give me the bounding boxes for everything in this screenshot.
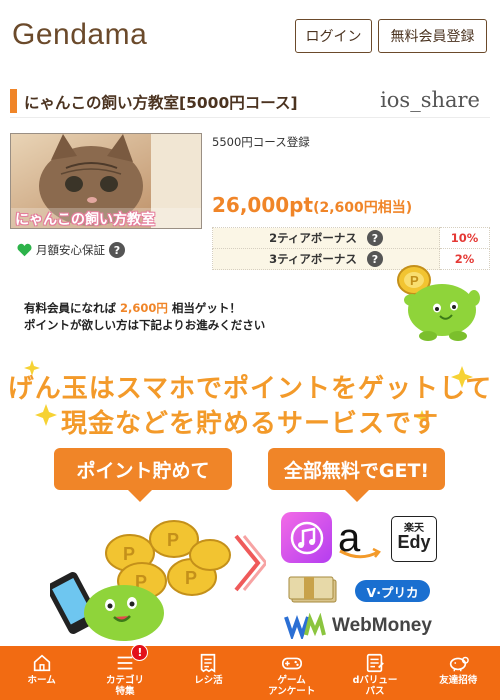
receipt-icon <box>201 653 216 673</box>
amazon-logo: a <box>338 518 384 559</box>
webmoney-mark-icon <box>284 613 326 639</box>
nav-label-line-1: カテゴリ <box>105 675 144 686</box>
coin-letter: P <box>167 530 179 550</box>
coin-letter: P <box>185 568 197 588</box>
bonus-percent: 10% <box>439 227 490 249</box>
table-row: 2ティアボーナス ? 10% <box>212 227 490 249</box>
webmoney-text: WebMoney <box>332 615 432 636</box>
webmoney-logo: WebMoney <box>284 612 432 640</box>
nav-label-line-2: パス <box>365 685 385 697</box>
bottom-navigation: ホーム ! カテゴリ 特集 レシ活 ゲーム アンケート dバリュー パス 友達招待 <box>0 644 500 700</box>
notification-badge: ! <box>131 644 149 661</box>
promo-prefix: 有料会員になれば <box>24 301 121 315</box>
help-icon[interactable]: ? <box>366 251 383 268</box>
nav-item-home[interactable]: ホーム <box>0 646 83 700</box>
bonus-label: 3ティアボーナス <box>269 251 357 266</box>
monthly-guarantee: 月額安心保証 ? <box>17 242 125 258</box>
clipboard-icon <box>366 653 384 673</box>
offer-title-bar: にゃんこの飼い方教室[5000円コース] ios_share <box>10 88 490 118</box>
nav-item-game[interactable]: ゲーム アンケート <box>250 646 333 700</box>
promo-amount: 2,600円 <box>120 301 168 315</box>
amazon-smile-icon <box>339 548 381 559</box>
gamepad-icon <box>281 657 302 670</box>
all-free-pill: 全部無料でGET! <box>268 448 445 490</box>
arrow-chevron-icon <box>234 534 266 592</box>
nav-label: レシ活 <box>194 675 223 686</box>
music-note-icon <box>290 521 323 554</box>
help-icon[interactable]: ? <box>109 242 125 258</box>
pill-pointer-right <box>344 489 370 502</box>
banner-headline-2: 現金などを貯めるサービスです <box>60 409 439 439</box>
nav-item-category[interactable]: ! カテゴリ 特集 <box>83 644 166 700</box>
login-button[interactable]: ログイン <box>295 19 372 53</box>
banner-headline-1: げん玉はスマホでポイントをゲットして <box>7 374 493 404</box>
nav-label: ゲーム アンケート <box>268 675 316 697</box>
bonus-label-cell: 2ティアボーナス ? <box>212 227 440 249</box>
promo-line-2: ポイントが欲しい方は下記よりお進みください <box>24 318 266 332</box>
coin-letter: P <box>410 273 419 288</box>
points-yen: (2,600円相当) <box>313 200 413 216</box>
nav-label-line-1: dバリュー <box>352 675 398 686</box>
points-main: 26,000pt <box>212 193 314 217</box>
nav-label-line-2: アンケート <box>268 685 316 697</box>
gendama-logo[interactable]: Gendama <box>12 18 147 52</box>
header: Gendama ログイン 無料会員登録 <box>0 0 500 75</box>
piggy-icon <box>450 656 470 672</box>
offer-thumbnail[interactable]: にゃんこの飼い方教室 <box>10 133 202 229</box>
thumbnail-caption: にゃんこの飼い方教室 <box>15 212 155 228</box>
cash-icon <box>288 576 337 603</box>
nav-item-receipt[interactable]: レシ活 <box>167 646 250 700</box>
nav-label: ホーム <box>27 675 56 686</box>
bonus-label: 2ティアボーナス <box>269 230 357 245</box>
heart-icon <box>17 243 32 257</box>
course-text: 5500円コース登録 <box>212 135 310 149</box>
nav-label-line-2: 特集 <box>115 685 135 697</box>
nav-label-line-1: ゲーム <box>277 675 306 686</box>
itunes-logo <box>281 512 332 563</box>
register-button[interactable]: 無料会員登録 <box>378 19 487 53</box>
help-icon[interactable]: ? <box>366 230 383 247</box>
nav-item-dvalue[interactable]: dバリュー パス <box>333 646 416 700</box>
pill-pointer-left <box>127 489 153 502</box>
save-points-pill: ポイント貯めて <box>54 448 232 490</box>
home-icon <box>33 654 50 672</box>
nav-label: カテゴリ 特集 <box>105 675 144 697</box>
nav-label: 友達招待 <box>439 675 478 686</box>
nav-label: dバリュー パス <box>352 675 398 697</box>
promo-suffix: 相当ゲット！ <box>167 301 241 315</box>
guarantee-label: 月額安心保証 <box>36 243 105 257</box>
points-reward: 26,000pt(2,600円相当) <box>212 193 412 217</box>
rakuten-edy-bottom: Edy <box>397 532 431 552</box>
coins-illustration: P P P P <box>50 520 231 641</box>
coin-letter: P <box>123 544 135 564</box>
promo-line-1: 有料会員になれば 2,600円 相当ゲット！ <box>24 300 265 317</box>
title-accent-bar <box>10 89 17 113</box>
nav-item-invite[interactable]: 友達招待 <box>417 646 500 700</box>
mascot-illustration: P <box>397 265 480 341</box>
vpreca-logo: V·プリカ <box>355 580 430 602</box>
promo-text: 有料会員になれば 2,600円 相当ゲット！ ポイントが欲しい方は下記よりお進み… <box>24 300 265 334</box>
rakuten-edy-logo: 楽天 Edy <box>391 516 437 562</box>
share-button[interactable]: ios_share <box>380 88 480 112</box>
offer-title: にゃんこの飼い方教室[5000円コース] <box>24 94 298 112</box>
